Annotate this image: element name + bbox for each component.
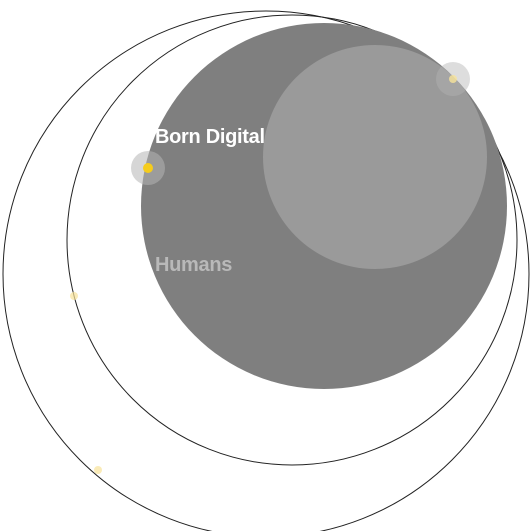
left-marker: [70, 292, 78, 300]
born-digital-marker: [143, 163, 153, 173]
top-right-marker: [449, 75, 457, 83]
humans-label: Humans: [155, 254, 232, 276]
venn-diagram: Born Digital Humans: [2, 10, 530, 531]
born-digital-label: Born Digital: [155, 126, 265, 148]
bottom-left-marker: [94, 466, 102, 474]
